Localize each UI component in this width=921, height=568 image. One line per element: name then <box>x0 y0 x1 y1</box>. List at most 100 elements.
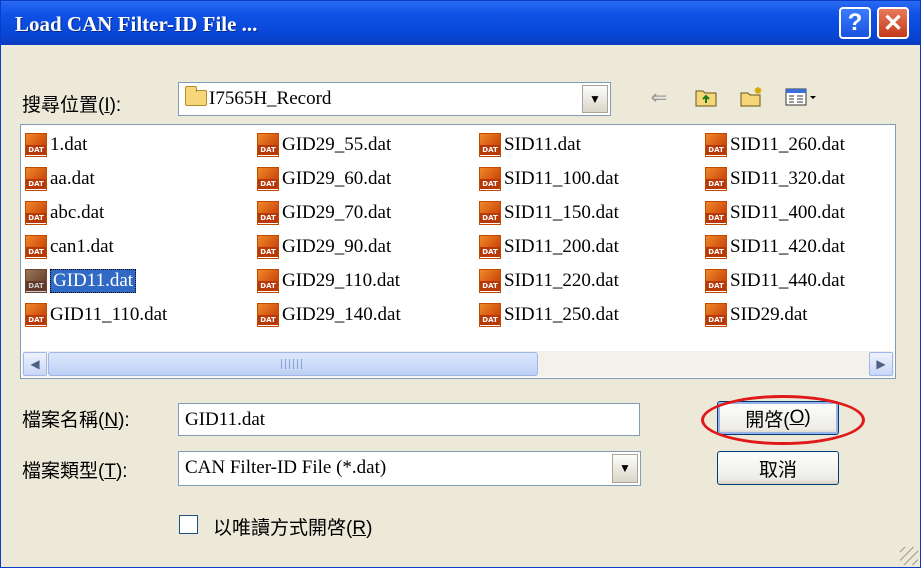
dat-file-icon <box>25 133 47 157</box>
dat-file-icon <box>479 269 501 293</box>
file-item[interactable]: SID11_200.dat <box>479 233 619 261</box>
file-item[interactable]: SID29.dat <box>705 301 808 329</box>
file-item[interactable]: abc.dat <box>25 199 104 227</box>
read-only-label[interactable]: 以唯讀方式開啓(R) <box>213 513 372 540</box>
file-item[interactable]: SID11_220.dat <box>479 267 619 295</box>
file-name: SID11_400.dat <box>730 202 845 223</box>
file-name: SID11_200.dat <box>504 236 619 257</box>
file-name: 1.dat <box>50 134 88 155</box>
file-name: SID11_420.dat <box>730 236 845 257</box>
load-file-dialog: Load CAN Filter-ID File ... ? ✕ 搜尋位置(I):… <box>0 0 921 568</box>
file-name: GID29_70.dat <box>282 202 392 223</box>
dat-file-icon <box>705 167 727 191</box>
dat-file-icon <box>257 269 279 293</box>
scrollbar-thumb[interactable] <box>48 352 538 376</box>
file-item[interactable]: GID29_110.dat <box>257 267 400 295</box>
file-name: GID29_110.dat <box>282 270 401 291</box>
dat-file-icon <box>257 201 279 225</box>
file-name-label: 檔案名稱(N): <box>22 410 130 431</box>
chevron-down-icon[interactable]: ▼ <box>612 454 638 483</box>
file-item[interactable]: GID29_60.dat <box>257 165 391 193</box>
look-in-dropdown[interactable]: I7565H_Record ▼ <box>178 82 611 116</box>
file-item[interactable]: GID11.dat <box>25 267 137 295</box>
new-folder-icon[interactable] <box>739 85 765 109</box>
file-name: can1.dat <box>50 236 114 257</box>
file-name: abc.dat <box>50 202 105 223</box>
highlight-ellipse <box>701 395 865 445</box>
scroll-right-icon[interactable]: ▶ <box>869 352 893 376</box>
back-arrow-icon[interactable]: ⇐ <box>646 85 672 109</box>
dat-file-icon <box>479 303 501 327</box>
view-menu-icon[interactable] <box>783 85 819 109</box>
horizontal-scrollbar[interactable]: ◀ ▶ <box>22 351 894 377</box>
file-item[interactable]: SID11_100.dat <box>479 165 619 193</box>
file-name: SID11_440.dat <box>730 270 845 291</box>
file-item[interactable]: SID11_150.dat <box>479 199 619 227</box>
up-folder-icon[interactable] <box>693 85 719 109</box>
file-name: GID11_110.dat <box>50 304 168 325</box>
file-item[interactable]: SID11.dat <box>479 131 581 159</box>
file-item[interactable]: 1.dat <box>25 131 87 159</box>
dat-file-icon <box>25 167 47 191</box>
dat-file-icon <box>25 269 47 293</box>
dat-file-icon <box>257 303 279 327</box>
file-item[interactable]: GID29_70.dat <box>257 199 391 227</box>
dat-file-icon <box>25 303 47 327</box>
file-item[interactable]: SID11_400.dat <box>705 199 845 227</box>
file-name: GID29_60.dat <box>282 168 392 189</box>
file-name: SID11_150.dat <box>504 202 619 223</box>
dat-file-icon <box>479 133 501 157</box>
file-name: SID11_260.dat <box>730 134 845 155</box>
file-item[interactable]: SID11_320.dat <box>705 165 845 193</box>
look-in-value: I7565H_Record <box>209 88 332 109</box>
file-name: aa.dat <box>50 168 95 189</box>
file-type-dropdown[interactable]: CAN Filter-ID File (*.dat) ▼ <box>178 451 641 486</box>
chevron-down-icon[interactable]: ▼ <box>582 85 608 113</box>
read-only-checkbox[interactable] <box>179 515 198 534</box>
dat-file-icon <box>25 235 47 259</box>
file-item[interactable]: SID11_260.dat <box>705 131 845 159</box>
file-name: SID11_220.dat <box>504 270 619 291</box>
dat-file-icon <box>257 235 279 259</box>
help-button[interactable]: ? <box>839 7 871 39</box>
look-in-label: 搜尋位置(I): <box>22 95 122 116</box>
dat-file-icon <box>705 235 727 259</box>
file-item[interactable]: GID29_90.dat <box>257 233 391 261</box>
dat-file-icon <box>257 167 279 191</box>
dat-file-icon <box>479 235 501 259</box>
file-item[interactable]: GID11_110.dat <box>25 301 167 329</box>
file-item[interactable]: SID11_440.dat <box>705 267 845 295</box>
file-name: GID29_55.dat <box>282 134 392 155</box>
title-bar[interactable]: Load CAN Filter-ID File ... ? ✕ <box>1 1 920 45</box>
file-name: GID29_140.dat <box>282 304 401 325</box>
file-name: SID11_320.dat <box>730 168 845 189</box>
file-item[interactable]: can1.dat <box>25 233 114 261</box>
file-item[interactable]: aa.dat <box>25 165 95 193</box>
file-item[interactable]: SID11_250.dat <box>479 301 619 329</box>
file-name: GID29_90.dat <box>282 236 392 257</box>
file-item[interactable]: GID29_55.dat <box>257 131 391 159</box>
file-name: SID29.dat <box>730 304 808 325</box>
file-name: SID11_100.dat <box>504 168 619 189</box>
file-name: SID11_250.dat <box>504 304 619 325</box>
file-item[interactable]: SID11_420.dat <box>705 233 845 261</box>
dat-file-icon <box>479 167 501 191</box>
file-list[interactable]: ◀ ▶ 1.dat aa.dat abc.dat can1.dat GID11.dat G… <box>20 124 896 379</box>
cancel-button[interactable]: 取消 <box>717 451 839 485</box>
file-item[interactable]: GID29_140.dat <box>257 301 401 329</box>
folder-icon <box>185 86 207 106</box>
file-name: SID11.dat <box>504 134 581 155</box>
dat-file-icon <box>705 269 727 293</box>
dat-file-icon <box>705 303 727 327</box>
dat-file-icon <box>705 201 727 225</box>
file-name-input[interactable]: GID11.dat <box>178 403 640 436</box>
scroll-left-icon[interactable]: ◀ <box>23 352 47 376</box>
file-type-value: CAN Filter-ID File (*.dat) <box>185 457 387 478</box>
close-button[interactable]: ✕ <box>877 7 909 39</box>
dat-file-icon <box>705 133 727 157</box>
grip-icon <box>281 359 303 369</box>
window-title: Load CAN Filter-ID File ... <box>15 12 258 36</box>
resize-grip-icon[interactable] <box>900 547 918 565</box>
file-name: GID11.dat <box>50 269 137 293</box>
dat-file-icon <box>257 133 279 157</box>
